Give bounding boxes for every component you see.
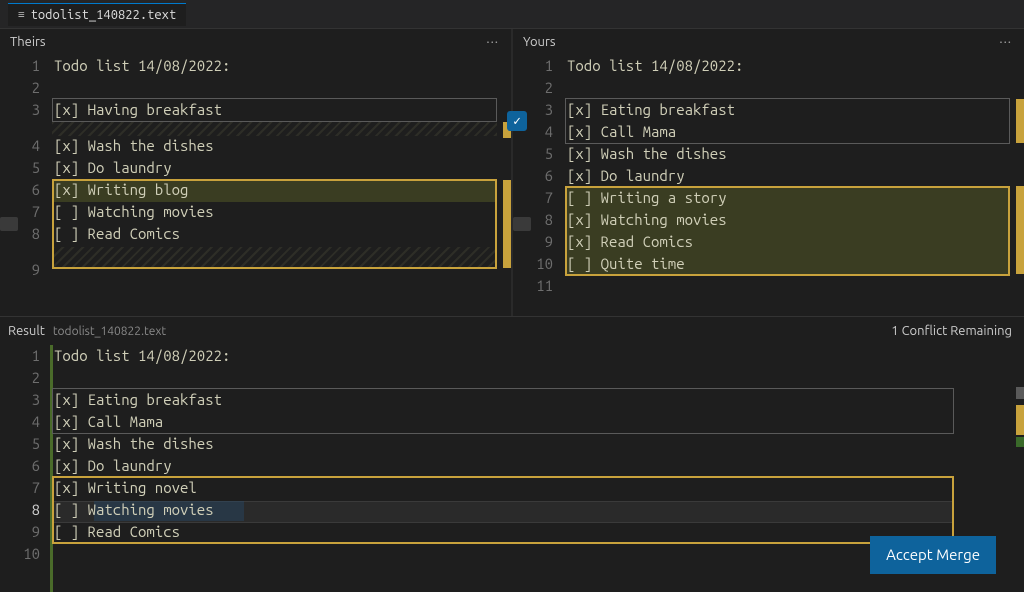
yours-pane: Yours ··· 123 456 789 1011 Todo list 14/… <box>513 29 1024 316</box>
code-line: [x] Eating breakfast <box>565 101 735 118</box>
code-line: [x] Having breakfast <box>52 101 222 118</box>
code-line: [x] Watching movies <box>565 211 727 228</box>
conflict-status: 1 Conflict Remaining <box>891 324 1012 338</box>
code-line: Todo list 14/08/2022: <box>52 347 230 364</box>
code-line: [ ] Read Comics <box>52 523 180 540</box>
diff-handle-icon[interactable] <box>0 217 18 231</box>
code-line <box>565 79 567 96</box>
overview-ruler[interactable] <box>1006 345 1024 592</box>
yours-header: Yours ··· <box>513 29 1024 55</box>
tab-filename: todolist_140822.text <box>31 8 177 22</box>
code-line: [x] Do laundry <box>52 457 172 474</box>
code-line: Todo list 14/08/2022: <box>565 57 743 74</box>
diff-handle-icon[interactable] <box>513 217 531 231</box>
result-label: Result <box>8 324 45 338</box>
yours-actions-menu[interactable]: ··· <box>999 35 1012 49</box>
yours-title: Yours <box>523 35 556 49</box>
result-filename: todolist_140822.text <box>53 325 166 338</box>
code-line: [ ] Read Comics <box>52 225 180 242</box>
code-line <box>52 79 54 96</box>
theirs-header: Theirs ··· <box>0 29 511 55</box>
conflict-panes: Theirs ··· 1 2 3 4 5 6 7 8 9 <box>0 28 1024 316</box>
result-gutter: 123 456 7 8 910 <box>0 345 52 592</box>
code-line: [ ] Watching movies <box>52 203 214 220</box>
list-icon: ≡ <box>18 8 25 21</box>
code-line <box>52 247 54 264</box>
code-line: [x] Call Mama <box>52 413 163 430</box>
accept-merge-button[interactable]: Accept Merge <box>870 536 996 574</box>
accept-theirs-check[interactable]: ✓ <box>507 111 527 131</box>
yours-editor[interactable]: 123 456 789 1011 Todo list 14/08/2022: [… <box>513 55 1024 316</box>
open-file-tab[interactable]: ≡ todolist_140822.text <box>8 3 186 26</box>
code-line: [ ] Watching movies <box>52 501 214 518</box>
code-line: [x] Wash the dishes <box>52 435 214 452</box>
code-line: [x] Eating breakfast <box>52 391 222 408</box>
check-icon: ✓ <box>513 114 521 129</box>
yours-gutter: 123 456 789 1011 <box>513 55 565 316</box>
code-line <box>565 277 567 294</box>
tab-bar: ≡ todolist_140822.text <box>0 0 1024 28</box>
code-line: [x] Call Mama <box>565 123 676 140</box>
code-line: [x] Wash the dishes <box>52 137 214 154</box>
theirs-editor[interactable]: 1 2 3 4 5 6 7 8 9 Todo <box>0 55 511 316</box>
result-header: Result todolist_140822.text 1 Conflict R… <box>0 317 1024 345</box>
code-line: [ ] Quite time <box>565 255 685 272</box>
code-line: [x] Do laundry <box>565 167 685 184</box>
theirs-title: Theirs <box>10 35 46 49</box>
theirs-pane: Theirs ··· 1 2 3 4 5 6 7 8 9 <box>0 29 511 316</box>
code-line: [x] Writing novel <box>52 479 197 496</box>
code-line <box>52 545 54 562</box>
result-editor[interactable]: 123 456 7 8 910 Todo list 14/08/2022: [x… <box>0 345 1024 592</box>
theirs-content: Todo list 14/08/2022: [x] Having breakfa… <box>52 55 511 316</box>
code-line: [x] Read Comics <box>565 233 693 250</box>
result-pane: Result todolist_140822.text 1 Conflict R… <box>0 316 1024 592</box>
code-line: [ ] Writing a story <box>565 189 727 206</box>
code-line <box>52 369 54 386</box>
code-line: [x] Wash the dishes <box>565 145 727 162</box>
theirs-gutter: 1 2 3 4 5 6 7 8 9 <box>0 55 52 316</box>
code-line: [x] Do laundry <box>52 159 172 176</box>
yours-content: Todo list 14/08/2022: [x] Eating breakfa… <box>565 55 1024 316</box>
code-line: Todo list 14/08/2022: <box>52 57 230 74</box>
code-line: [x] Writing blog <box>52 181 188 198</box>
theirs-actions-menu[interactable]: ··· <box>486 35 499 49</box>
